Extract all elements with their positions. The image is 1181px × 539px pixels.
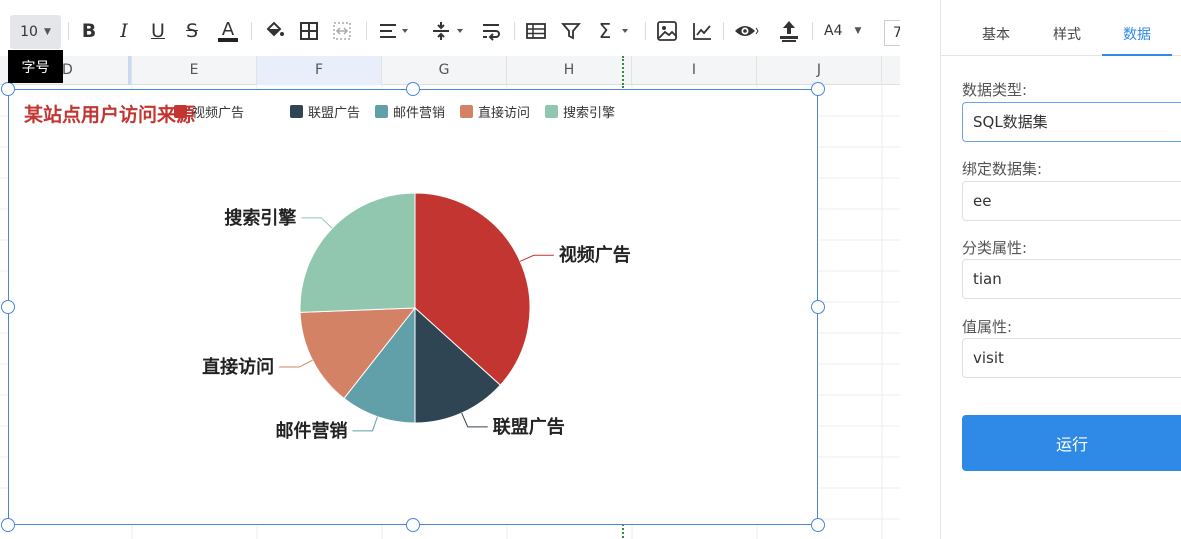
toolbar: 10 ▼ B I U S A Σ A4 ▼: [0, 0, 900, 56]
table-icon[interactable]: [524, 14, 548, 48]
toolbar-divider: [812, 22, 813, 40]
resize-handle-top-right[interactable]: [811, 82, 825, 96]
border-icon[interactable]: [298, 14, 320, 48]
chart-title: 某站点用户访问来源: [24, 103, 195, 126]
wrap-text-icon[interactable]: [480, 14, 502, 48]
label-leader-line: [461, 412, 488, 428]
data-type-select[interactable]: SQL数据集: [962, 102, 1181, 142]
chevron-down-icon: ▼: [854, 26, 862, 36]
slice-label: 搜索引擎: [224, 207, 296, 229]
legend-label[interactable]: 邮件营销: [393, 106, 445, 121]
legend-label[interactable]: 直接访问: [478, 105, 530, 121]
value-field-input[interactable]: visit: [962, 338, 1181, 378]
resize-handle-bottom-left[interactable]: [1, 518, 15, 532]
align-left-icon[interactable]: [377, 14, 411, 48]
legend-swatch[interactable]: [174, 105, 187, 118]
page-break-line: [622, 56, 624, 88]
font-color-icon[interactable]: A: [216, 14, 240, 48]
fill-color-icon[interactable]: [262, 14, 286, 48]
chevron-down-icon: ▼: [43, 27, 51, 37]
column-header-j[interactable]: J: [757, 56, 882, 85]
column-header: DEFGHIJ: [0, 56, 900, 85]
font-size-tooltip: 字号: [8, 50, 63, 83]
toolbar-divider: [645, 22, 646, 40]
filter-icon[interactable]: [560, 14, 582, 48]
paper-size-value: A4: [824, 23, 843, 39]
dataset-label: 绑定数据集:: [962, 160, 1043, 178]
legend-swatch[interactable]: [460, 105, 473, 118]
image-icon[interactable]: [655, 14, 679, 48]
category-field-input[interactable]: tian: [962, 259, 1181, 299]
legend-swatch[interactable]: [290, 105, 303, 118]
font-size-value: 10: [20, 24, 38, 40]
strikethrough-icon[interactable]: S: [182, 14, 202, 48]
resize-handle-left[interactable]: [1, 300, 15, 314]
dataset-input[interactable]: ee: [962, 181, 1181, 221]
pie-slices: [299, 192, 531, 424]
label-leader-line: [301, 217, 333, 229]
pie-chart: 某站点用户访问来源 视频广告 联盟广告 邮件营销 直接访问 搜索引擎 视频广告联盟广告邮…: [24, 103, 631, 442]
data-type-label: 数据类型:: [962, 81, 1028, 99]
resize-handle-bottom-right[interactable]: [811, 518, 825, 532]
slice-label: 邮件营销: [276, 420, 348, 442]
toolbar-divider: [514, 22, 515, 40]
preview-eye-icon[interactable]: [732, 14, 760, 48]
toolbar-divider: [251, 22, 252, 40]
pie-chart-widget[interactable]: 某站点用户访问来源 视频广告 联盟广告 邮件营销 直接访问 搜索引擎 视频广告 联盟广告邮…: [8, 89, 818, 525]
tab-basic[interactable]: 基本: [955, 14, 1037, 56]
legend-label[interactable]: 联盟广告: [308, 106, 360, 121]
column-header-i[interactable]: I: [632, 56, 757, 85]
vertical-align-icon[interactable]: [430, 14, 466, 48]
svg-text:A: A: [222, 19, 235, 40]
pie-slice[interactable]: [299, 192, 416, 313]
toolbar-divider: [366, 22, 367, 40]
label-leader-line: [519, 254, 554, 262]
legend-swatch[interactable]: [545, 105, 558, 118]
tab-data[interactable]: 数据: [1102, 14, 1172, 56]
sum-icon[interactable]: Σ: [594, 14, 634, 48]
run-button[interactable]: 运行: [962, 415, 1181, 471]
report-designer: 10 ▼ B I U S A Σ A4 ▼ 字号 D E F G H I J 某…: [0, 0, 1181, 539]
merge-cells-icon[interactable]: [331, 14, 353, 48]
resize-handle-right[interactable]: [811, 300, 825, 314]
legend-label[interactable]: 搜索引擎: [563, 106, 615, 121]
slice-label: 联盟广告: [493, 416, 565, 438]
column-header-g[interactable]: G: [382, 56, 507, 85]
toolbar-divider: [723, 22, 724, 40]
bold-icon[interactable]: B: [79, 14, 99, 48]
italic-icon[interactable]: I: [114, 14, 134, 48]
category-field-label: 分类属性:: [962, 239, 1028, 257]
properties-panel: 基本 样式 数据 数据类型: SQL数据集 绑定数据集: ee 分类属性: ti…: [940, 0, 1181, 539]
legend-swatch[interactable]: [375, 105, 388, 118]
legend-label[interactable]: 视频广告: [192, 106, 244, 121]
label-leader-line: [279, 359, 313, 368]
toolbar-divider: [68, 22, 69, 40]
slice-label: 视频广告: [559, 244, 631, 266]
resize-handle-top-left[interactable]: [1, 82, 15, 96]
column-header-e[interactable]: E: [132, 56, 257, 85]
active-tab-indicator: [1102, 54, 1172, 56]
column-header-f[interactable]: F: [257, 56, 382, 85]
chart-icon[interactable]: [690, 14, 714, 48]
font-size-select[interactable]: 10 ▼: [10, 15, 61, 49]
tab-style[interactable]: 样式: [1037, 14, 1097, 56]
paper-size-select[interactable]: A4 ▼: [824, 14, 861, 48]
upload-icon[interactable]: [776, 14, 802, 48]
chart-legend: 视频广告 联盟广告 邮件营销 直接访问 搜索引擎: [174, 105, 615, 121]
column-header-h[interactable]: H: [507, 56, 632, 85]
value-field-label: 值属性:: [962, 318, 1013, 336]
zoom-input[interactable]: 7: [884, 20, 900, 46]
resize-handle-top[interactable]: [406, 82, 420, 96]
label-leader-line: [352, 416, 378, 432]
resize-handle-bottom[interactable]: [406, 518, 420, 532]
svg-text:Σ: Σ: [599, 20, 612, 42]
underline-icon[interactable]: U: [148, 14, 168, 48]
panel-tabs: 基本 样式 数据: [941, 14, 1181, 56]
slice-label: 直接访问: [202, 356, 274, 378]
